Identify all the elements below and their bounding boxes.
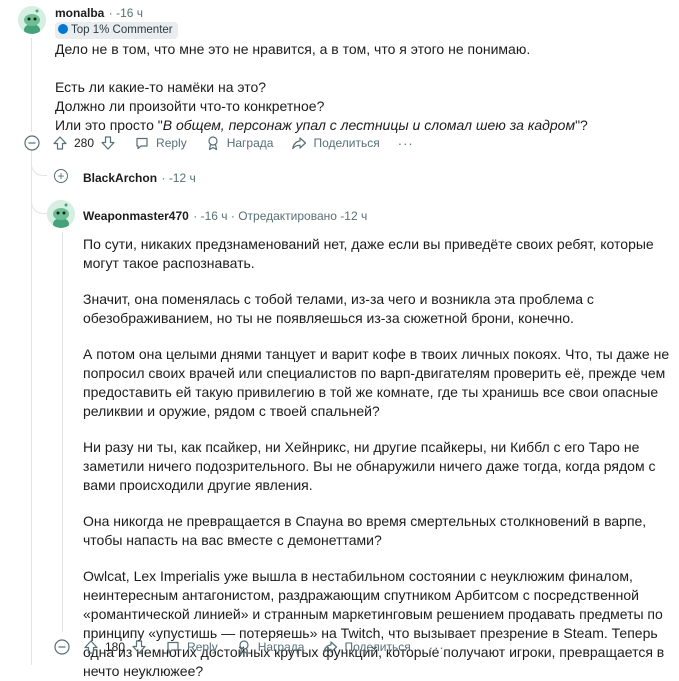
username[interactable]: Weaponmaster470 [83,209,189,223]
reply-icon [167,641,179,654]
timestamp: · -16 ч · Отредактировано -12 ч [193,209,368,223]
comment-actions: 180 Reply Награда Поделиться ··· [83,635,463,659]
comment-actions: 280 Reply Награда Поделиться ··· [52,131,432,155]
comment-body: По сути, никаких предзнаменований нет, д… [83,235,673,681]
comment-paragraph: По сути, никаких предзнаменований нет, д… [83,236,654,271]
comment-header: Weaponmaster470 · -16 ч · Отредактирован… [83,207,367,225]
more-options-icon: ··· [397,135,414,151]
upvote-button[interactable] [83,639,99,655]
share-label: Поделиться [313,136,380,150]
reply-button[interactable]: Reply [165,639,218,655]
comment-paragraph: Она никогда не превращается в Спауна во … [83,513,647,548]
reply-label: Reply [156,136,187,150]
flair-icon [58,24,68,34]
comment-paragraph: Значит, она поменялась с тобой телами, и… [83,291,594,326]
share-button[interactable]: Поделиться [322,639,411,655]
collapse-icon [24,135,40,151]
comment-line: Должно ли произойти что-то конкретное? [55,98,325,114]
downvote-button[interactable] [100,135,116,151]
award-label: Награда [257,640,305,654]
thread-curve-1 [31,158,47,176]
snoo-avatar-icon [18,6,46,34]
timestamp: · -16 ч [108,6,144,20]
comment-body: Дело не в том, что мне это не нравится, … [55,40,655,135]
downvote-icon [101,136,115,150]
more-options-button[interactable]: ··· [429,640,445,655]
upvote-icon [53,136,67,150]
award-label: Награда [226,136,274,150]
reply-icon [136,137,148,150]
downvote-icon [132,640,146,654]
vote-count: 180 [105,640,126,654]
thread-line-main[interactable] [31,38,32,132]
username[interactable]: monalba [55,6,104,20]
flair-label: Top 1% Commenter [71,24,173,36]
comment-paragraph: Owlcat, Lex Imperialis уже вышла в неста… [83,568,665,679]
avatar[interactable] [18,6,46,34]
collapse-icon [54,639,70,655]
collapsed-comment-header: BlackArchon · -12 ч [83,169,196,187]
expand-icon: + [57,169,65,183]
upvote-icon [84,640,98,654]
award-icon [239,640,249,655]
vote-group: 280 [52,135,116,151]
downvote-button[interactable] [131,639,147,655]
username[interactable]: BlackArchon [83,171,157,185]
timestamp: · -12 ч [161,171,196,185]
comment-line: Дело не в том, что мне это не нравится, … [55,41,531,57]
collapse-button[interactable] [24,135,40,156]
thread-line-reply[interactable] [62,232,63,632]
collapse-button[interactable] [54,639,70,660]
expand-comment-button[interactable]: + [54,169,68,183]
comment-line: Есть ли какие-то намёки на это? [55,79,267,95]
share-label: Поделиться [344,640,411,654]
share-icon [292,137,307,150]
vote-count: 280 [74,136,95,150]
avatar[interactable] [47,200,75,228]
award-button[interactable]: Награда [205,135,274,151]
comment-paragraph: Ни разу ни ты, как псайкер, ни Хейнрикс,… [83,439,656,493]
more-options-button[interactable]: ··· [398,136,414,151]
flair-badge: Top 1% Commenter [55,20,178,39]
share-button[interactable]: Поделиться [291,135,380,151]
thread-curve-2 [31,196,47,214]
share-icon [323,641,338,654]
vote-group: 180 [83,639,147,655]
more-options-icon: ··· [428,639,445,655]
award-button[interactable]: Награда [236,639,305,655]
reply-label: Reply [187,640,218,654]
thread-connector [31,150,32,665]
award-icon [208,136,218,151]
reply-button[interactable]: Reply [134,135,187,151]
snoo-avatar-icon [47,200,75,228]
comment-paragraph: А потом она целыми днями танцует и варит… [83,346,670,419]
upvote-button[interactable] [52,135,68,151]
